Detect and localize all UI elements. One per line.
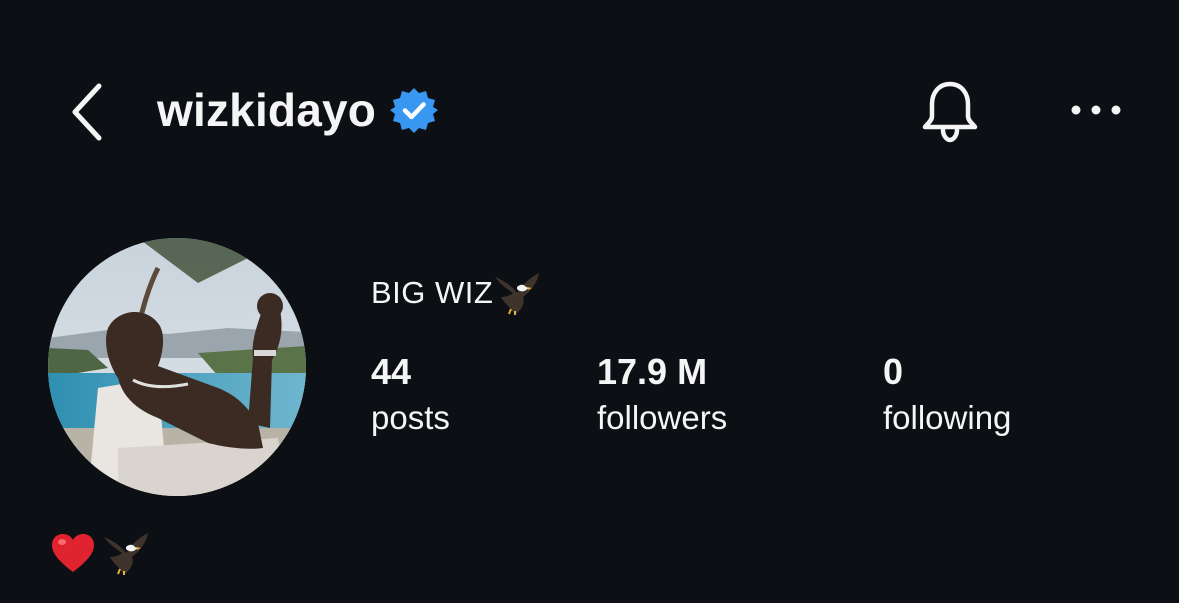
- more-options-button[interactable]: [1060, 88, 1132, 132]
- eagle-emoji-icon: [495, 273, 540, 315]
- display-name: BIG WIZ: [371, 275, 494, 310]
- following-stat[interactable]: 0 following: [883, 350, 1011, 440]
- more-horizontal-icon: [1071, 105, 1121, 115]
- posts-stat[interactable]: 44 posts: [371, 350, 450, 440]
- followers-label: followers: [597, 399, 728, 436]
- back-button[interactable]: [52, 72, 122, 152]
- following-label: following: [883, 399, 1012, 436]
- profile-avatar[interactable]: [48, 238, 306, 496]
- eagle-emoji-icon: [104, 533, 148, 575]
- bell-icon: [922, 81, 978, 143]
- chevron-left-icon: [72, 83, 102, 141]
- profile-photo: [48, 238, 306, 496]
- red-heart-emoji-icon: [52, 534, 94, 572]
- username: wizkidayo: [157, 84, 377, 136]
- followers-count: 17.9 M: [597, 351, 708, 392]
- notifications-button[interactable]: [912, 76, 988, 146]
- username-title: wizkidayo: [157, 80, 439, 140]
- posts-count: 44: [371, 351, 412, 392]
- profile-bio: [50, 528, 150, 578]
- followers-stat[interactable]: 17.9 M followers: [597, 350, 727, 440]
- display-name-row: BIG WIZ: [371, 268, 541, 318]
- following-count: 0: [883, 351, 904, 392]
- profile-header: wizkidayo: [0, 0, 1179, 220]
- posts-label: posts: [371, 399, 450, 436]
- verified-badge-icon: [390, 88, 439, 133]
